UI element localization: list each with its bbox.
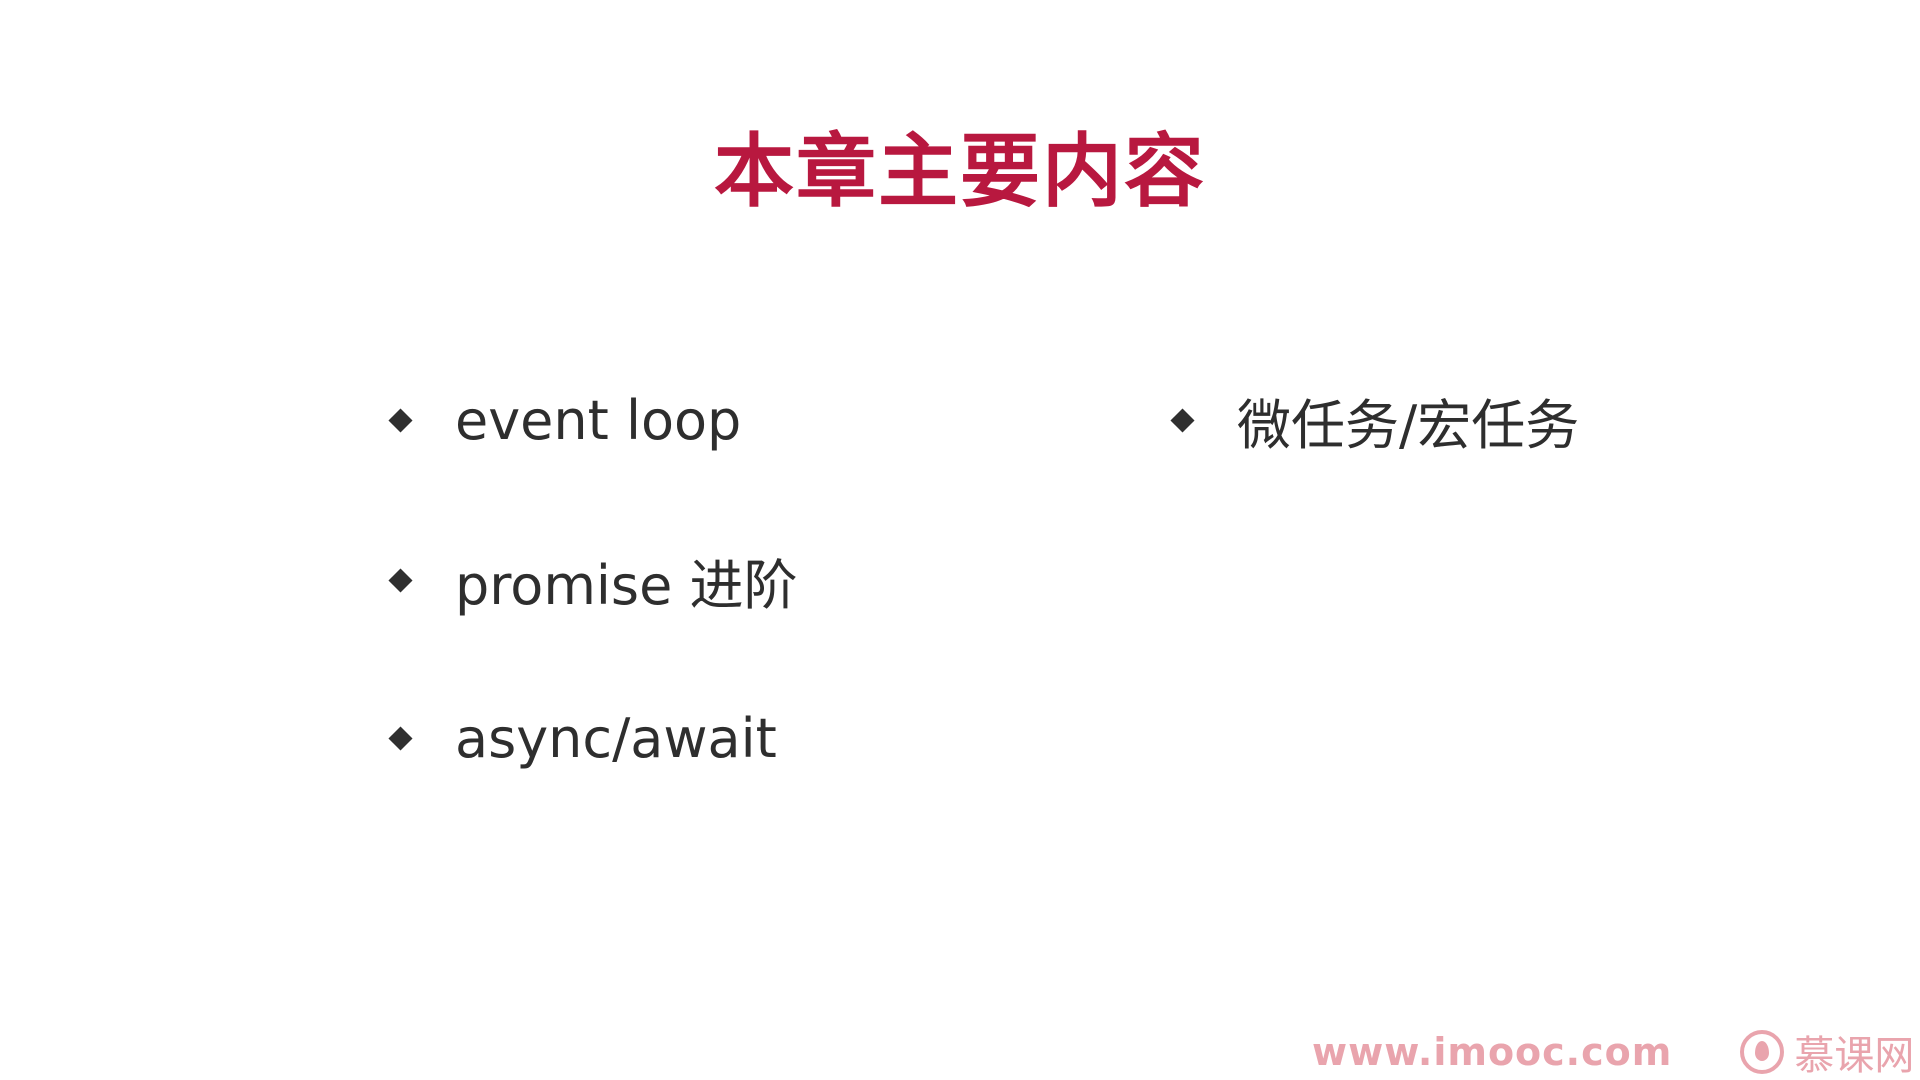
- bullet-item: 微任务/宏任务: [1170, 380, 1580, 460]
- watermark-brand: 慕课网: [1794, 1033, 1915, 1079]
- watermark-url: www.imooc.com: [1312, 1030, 1673, 1074]
- bullet-item: event loop: [388, 380, 742, 460]
- bullet-item: promise 进阶: [388, 540, 798, 620]
- slide: 本章主要内容 event loop promise 进阶 async/await…: [0, 0, 1920, 1080]
- watermark-logo: 慕课网: [1740, 1023, 1914, 1080]
- watermark: www.imooc.com 慕课网: [1312, 1028, 1914, 1079]
- bullet-label: 微任务/宏任务: [1237, 393, 1580, 457]
- bullet-label: async/await: [455, 706, 777, 770]
- diamond-bullet-icon: [388, 725, 413, 751]
- bullet-label: event loop: [455, 388, 742, 452]
- bullet-item: async/await: [388, 698, 777, 778]
- diamond-bullet-icon: [388, 407, 413, 433]
- slide-title: 本章主要内容: [714, 125, 1206, 218]
- diamond-bullet-icon: [388, 567, 413, 593]
- diamond-bullet-icon: [1170, 407, 1195, 433]
- flame-logo-icon: [1740, 1030, 1785, 1074]
- bullet-label: promise 进阶: [455, 553, 798, 617]
